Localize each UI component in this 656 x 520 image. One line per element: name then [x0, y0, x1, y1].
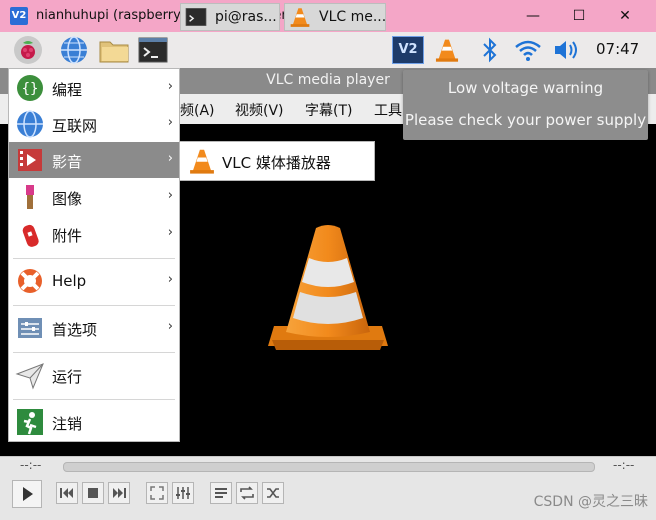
- maximize-button[interactable]: ☐: [556, 0, 602, 32]
- time-elapsed: --:--: [20, 458, 42, 472]
- vlc-icon: [290, 8, 310, 27]
- vlc-icon: [190, 149, 214, 174]
- menu-divider: [13, 352, 175, 353]
- watermark: CSDN @灵之三昧: [533, 494, 648, 510]
- low-voltage-notification[interactable]: Low voltage warning Please check your po…: [403, 70, 648, 140]
- paper-plane-icon: [15, 363, 44, 390]
- browser-globe-icon[interactable]: [58, 34, 90, 66]
- menu-item-label: 附件: [52, 227, 83, 245]
- stop-button[interactable]: [82, 482, 104, 504]
- vnc-tray-icon[interactable]: V2: [392, 36, 424, 64]
- globe-icon: [17, 110, 43, 138]
- paint-icon: [26, 185, 34, 209]
- playlist-icon: [215, 488, 227, 498]
- menu-item-help[interactable]: Help ›: [9, 263, 179, 299]
- taskbar-item-label: VLC me...: [319, 9, 387, 25]
- submenu-item-label: VLC 媒体播放器: [222, 154, 331, 172]
- previous-icon: [60, 488, 73, 498]
- chevron-right-icon: ›: [167, 79, 173, 94]
- lifebuoy-icon: [18, 269, 42, 293]
- menu-item-label: 图像: [52, 190, 83, 208]
- menu-audio[interactable]: 频(A): [180, 100, 215, 120]
- volume-icon[interactable]: [552, 38, 582, 62]
- fullscreen-button[interactable]: [146, 482, 168, 504]
- menu-item-run[interactable]: 运行: [9, 357, 179, 393]
- knife-icon: [22, 224, 39, 247]
- equalizer-icon: [176, 487, 190, 499]
- close-button[interactable]: ✕: [602, 0, 648, 32]
- file-manager-folder-icon[interactable]: [98, 36, 130, 64]
- taskbar-item-vlc[interactable]: VLC me...: [284, 3, 386, 31]
- menu-divider: [13, 305, 175, 306]
- menu-item-label: 编程: [52, 81, 83, 99]
- next-button[interactable]: [108, 482, 130, 504]
- shuffle-icon: [267, 488, 279, 498]
- terminal-launcher-icon[interactable]: [138, 36, 168, 64]
- play-button[interactable]: [12, 480, 42, 508]
- terminal-icon: [185, 8, 207, 26]
- menu-item-internet[interactable]: 互联网 ›: [9, 106, 179, 142]
- menu-item-logout[interactable]: 注销: [9, 404, 179, 440]
- menu-video[interactable]: 视频(V): [235, 100, 284, 120]
- chevron-right-icon: ›: [167, 272, 173, 287]
- clock: 07:47: [596, 40, 640, 58]
- taskbar-item-label: pi@ras...: [215, 9, 277, 25]
- menu-item-label: Help: [52, 272, 87, 290]
- vlc-tray-icon[interactable]: [434, 36, 460, 64]
- svg-text:{}: {}: [22, 81, 39, 97]
- bluetooth-icon[interactable]: [480, 37, 500, 63]
- playlist-button[interactable]: [210, 482, 232, 504]
- notification-title: Low voltage warning: [447, 79, 604, 97]
- raspberry-menu-icon[interactable]: [12, 34, 44, 66]
- chevron-right-icon: ›: [167, 319, 173, 334]
- previous-button[interactable]: [56, 482, 78, 504]
- menu-subtitle[interactable]: 字幕(T): [305, 100, 352, 120]
- chevron-right-icon: ›: [167, 225, 173, 240]
- next-icon: [113, 488, 126, 498]
- programming-icon: {}: [17, 75, 43, 101]
- menu-item-accessories[interactable]: 附件 ›: [9, 216, 179, 252]
- settings-icon: [18, 318, 42, 338]
- loop-icon: [240, 486, 254, 500]
- loop-button[interactable]: [236, 482, 258, 504]
- play-icon: [23, 487, 33, 501]
- seek-slider[interactable]: [63, 462, 595, 472]
- time-total: --:--: [613, 458, 635, 472]
- chevron-right-icon: ›: [167, 151, 173, 166]
- taskbar-item-terminal[interactable]: pi@ras...: [180, 3, 280, 31]
- exit-icon: [17, 409, 43, 435]
- start-menu: {} 编程 › 互联网 › 影音 › 图像 › 附件 › Help › 首选项 …: [8, 68, 180, 442]
- menu-item-label: 互联网: [52, 117, 98, 135]
- extended-settings-button[interactable]: [172, 482, 194, 504]
- submenu-sound-video: VLC 媒体播放器: [179, 141, 375, 181]
- menu-item-sound-video[interactable]: 影音 ›: [9, 142, 179, 178]
- menu-item-label: 影音: [52, 153, 83, 171]
- menu-item-programming[interactable]: {} 编程 ›: [9, 70, 179, 106]
- stop-icon: [88, 488, 98, 498]
- minimize-button[interactable]: —: [510, 0, 556, 32]
- menu-item-label: 注销: [52, 415, 83, 433]
- chevron-right-icon: ›: [167, 188, 173, 203]
- menu-divider: [13, 258, 175, 259]
- menu-item-label: 运行: [52, 368, 83, 386]
- menu-item-label: 首选项: [52, 321, 98, 339]
- wifi-icon[interactable]: [514, 38, 542, 62]
- menu-item-graphics[interactable]: 图像 ›: [9, 179, 179, 215]
- vnc-logo-icon: V2: [10, 7, 28, 25]
- shuffle-button[interactable]: [262, 482, 284, 504]
- vlc-cone-logo-icon: [268, 225, 388, 350]
- menu-item-preferences[interactable]: 首选项 ›: [9, 310, 179, 346]
- menu-tools[interactable]: 工具: [374, 100, 402, 120]
- chevron-right-icon: ›: [167, 115, 173, 130]
- fullscreen-icon: [150, 486, 164, 500]
- film-icon: [18, 149, 42, 171]
- submenu-item-vlc[interactable]: VLC 媒体播放器: [180, 142, 374, 180]
- notification-message: Please check your power supply: [404, 111, 647, 129]
- menu-divider: [13, 399, 175, 400]
